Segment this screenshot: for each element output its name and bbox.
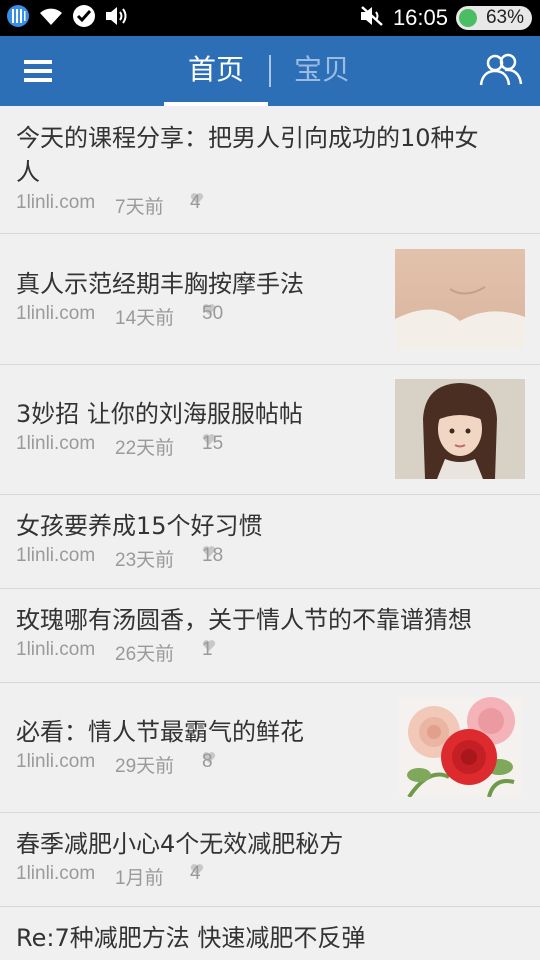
- list-item[interactable]: 今天的课程分享：把男人引向成功的10种女 人 1linli.com 7天前 4: [0, 106, 540, 234]
- article-title: 春季减肥小心4个无效减肥秘方: [16, 827, 343, 861]
- like-count: 8: [202, 751, 216, 772]
- app-bar: 首页 宝贝: [0, 36, 540, 106]
- like-number: 4: [190, 863, 201, 884]
- tab-bar: 首页 宝贝: [160, 36, 380, 106]
- like-count: 1: [202, 639, 216, 660]
- article-title-line: Re:7种减肥方法 快速减肥不反弹: [16, 924, 366, 952]
- shoulder-photo: [395, 249, 525, 349]
- users-icon: [479, 53, 523, 86]
- like-count: 50: [202, 303, 223, 324]
- article-source: 1linli.com: [16, 192, 96, 213]
- list-item[interactable]: 必看：情人节最霸气的鲜花 1linli.com 29天前 8: [0, 683, 540, 813]
- article-title-line: 真人示范经期丰胸按摩手法: [16, 270, 304, 298]
- mute-icon: [359, 5, 385, 31]
- article-title: 玫瑰哪有汤圆香，关于情人节的不靠谱猜想: [16, 603, 472, 637]
- article-source: 1linli.com: [16, 545, 96, 566]
- article-title: Re:7种减肥方法 快速减肥不反弹: [16, 921, 365, 955]
- like-number: 50: [202, 303, 224, 324]
- article-time: 22天前: [115, 438, 175, 459]
- volume-icon: [104, 5, 130, 31]
- article-title: 真人示范经期丰胸按摩手法: [16, 267, 304, 301]
- wifi-icon: [38, 5, 64, 31]
- status-right: 16:05 63%: [359, 5, 532, 31]
- list-item[interactable]: 真人示范经期丰胸按摩手法 1linli.com 14天前 50: [0, 234, 540, 365]
- article-source: 1linli.com: [16, 303, 96, 324]
- article-title-line: 必看：情人节最霸气的鲜花: [16, 718, 304, 746]
- article-time: 1月前: [115, 868, 164, 889]
- battery-indicator: 63%: [456, 6, 532, 30]
- article-title-line: 今天的课程分享：把男人引向成功的10种女: [16, 124, 479, 152]
- article-title: 3妙招 让你的刘海服服帖帖: [16, 397, 303, 431]
- girl-bangs-photo: [395, 379, 525, 479]
- article-source: 1linli.com: [16, 751, 96, 772]
- article-source: 1linli.com: [16, 863, 96, 884]
- article-title-line: 玫瑰哪有汤圆香，关于情人节的不靠谱猜想: [16, 606, 472, 634]
- status-bar: 16:05 63%: [0, 0, 540, 36]
- like-number: 4: [190, 192, 201, 213]
- tab-baobei-label: 宝贝: [293, 53, 350, 86]
- status-left-icons: [6, 5, 130, 31]
- article-title-line: 3妙招 让你的刘海服服帖帖: [16, 400, 303, 428]
- tab-home[interactable]: 首页: [164, 36, 268, 106]
- roses-photo: [399, 697, 521, 797]
- article-time: 29天前: [115, 756, 175, 777]
- like-count: 4: [190, 863, 204, 884]
- like-count: 4: [190, 192, 204, 213]
- battery-text: 63%: [485, 7, 524, 28]
- menu-icon: [24, 60, 52, 82]
- list-item[interactable]: Re:7种减肥方法 快速减肥不反弹: [0, 907, 540, 960]
- article-time: 26天前: [115, 644, 175, 665]
- users-button[interactable]: [476, 52, 526, 90]
- like-number: 1: [202, 639, 213, 660]
- article-time: 23天前: [115, 550, 175, 571]
- battery-fill: [459, 9, 477, 27]
- signal-icon: [6, 4, 30, 32]
- list-item[interactable]: 春季减肥小心4个无效减肥秘方 1linli.com 1月前 4: [0, 813, 540, 907]
- article-time: 14天前: [115, 308, 175, 329]
- article-time: 7天前: [115, 197, 164, 218]
- article-title-line: 春季减肥小心4个无效减肥秘方: [16, 830, 344, 858]
- like-number: 15: [202, 433, 224, 454]
- list-item[interactable]: 玫瑰哪有汤圆香，关于情人节的不靠谱猜想 1linli.com 26天前 1: [0, 589, 540, 683]
- article-source: 1linli.com: [16, 639, 96, 660]
- status-time: 16:05: [392, 5, 448, 30]
- like-number: 18: [202, 545, 224, 566]
- tab-baobei[interactable]: 宝贝: [276, 36, 368, 106]
- tab-home-label: 首页: [187, 53, 244, 86]
- chat-icon: [72, 4, 96, 32]
- article-title: 今天的课程分享：把男人引向成功的10种女 人: [16, 121, 479, 189]
- list-item[interactable]: 3妙招 让你的刘海服服帖帖 1linli.com 22天前 15: [0, 365, 540, 495]
- like-number: 8: [202, 751, 213, 772]
- menu-button[interactable]: [18, 54, 60, 88]
- article-title: 女孩要养成15个好习惯: [16, 509, 263, 543]
- article-title: 必看：情人节最霸气的鲜花: [16, 715, 304, 749]
- article-title-line: 人: [16, 158, 40, 186]
- like-count: 18: [202, 545, 223, 566]
- tab-divider: [269, 55, 271, 87]
- list-item[interactable]: 女孩要养成15个好习惯 1linli.com 23天前 18: [0, 495, 540, 589]
- like-count: 15: [202, 433, 223, 454]
- article-title-line: 女孩要养成15个好习惯: [16, 512, 263, 540]
- article-source: 1linli.com: [16, 433, 96, 454]
